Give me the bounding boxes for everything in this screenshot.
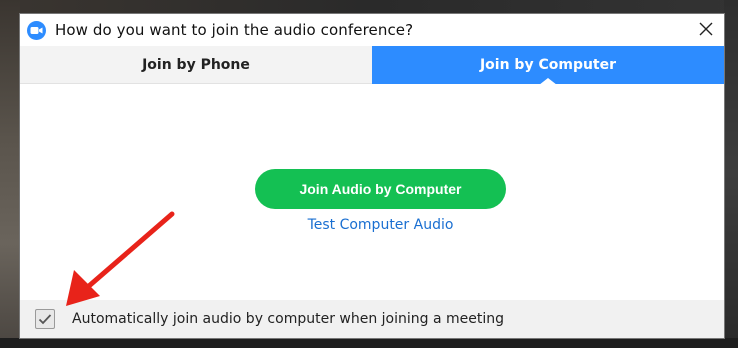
footer: Automatically join audio by computer whe…	[20, 300, 724, 338]
audio-conference-dialog: How do you want to join the audio confer…	[20, 14, 724, 338]
background-bottom	[0, 338, 738, 348]
background-left	[0, 0, 20, 348]
tab-label: Join by Computer	[479, 57, 617, 73]
close-button[interactable]	[694, 18, 718, 42]
test-computer-audio-link[interactable]: Test Computer Audio	[255, 217, 506, 233]
tab-join-by-phone[interactable]: Join by Phone	[20, 46, 372, 84]
background-right	[724, 0, 738, 348]
tab-label: Join by Phone	[142, 56, 250, 73]
zoom-camera-icon	[27, 20, 46, 40]
tab-join-by-computer[interactable]: Join by Computer	[372, 46, 724, 85]
tab-content: Join Audio by Computer Test Computer Aud…	[20, 84, 724, 300]
join-audio-by-computer-button[interactable]: Join Audio by Computer	[255, 169, 506, 209]
dialog-title: How do you want to join the audio confer…	[55, 21, 414, 39]
title-bar: How do you want to join the audio confer…	[20, 14, 724, 46]
checkmark-icon	[38, 310, 52, 329]
auto-join-audio-checkbox[interactable]	[35, 309, 55, 329]
close-icon	[699, 21, 713, 40]
auto-join-audio-label: Automatically join audio by computer whe…	[72, 311, 505, 327]
join-method-tabs: Join by Phone Join by Computer	[20, 46, 724, 85]
background-top	[0, 0, 738, 14]
